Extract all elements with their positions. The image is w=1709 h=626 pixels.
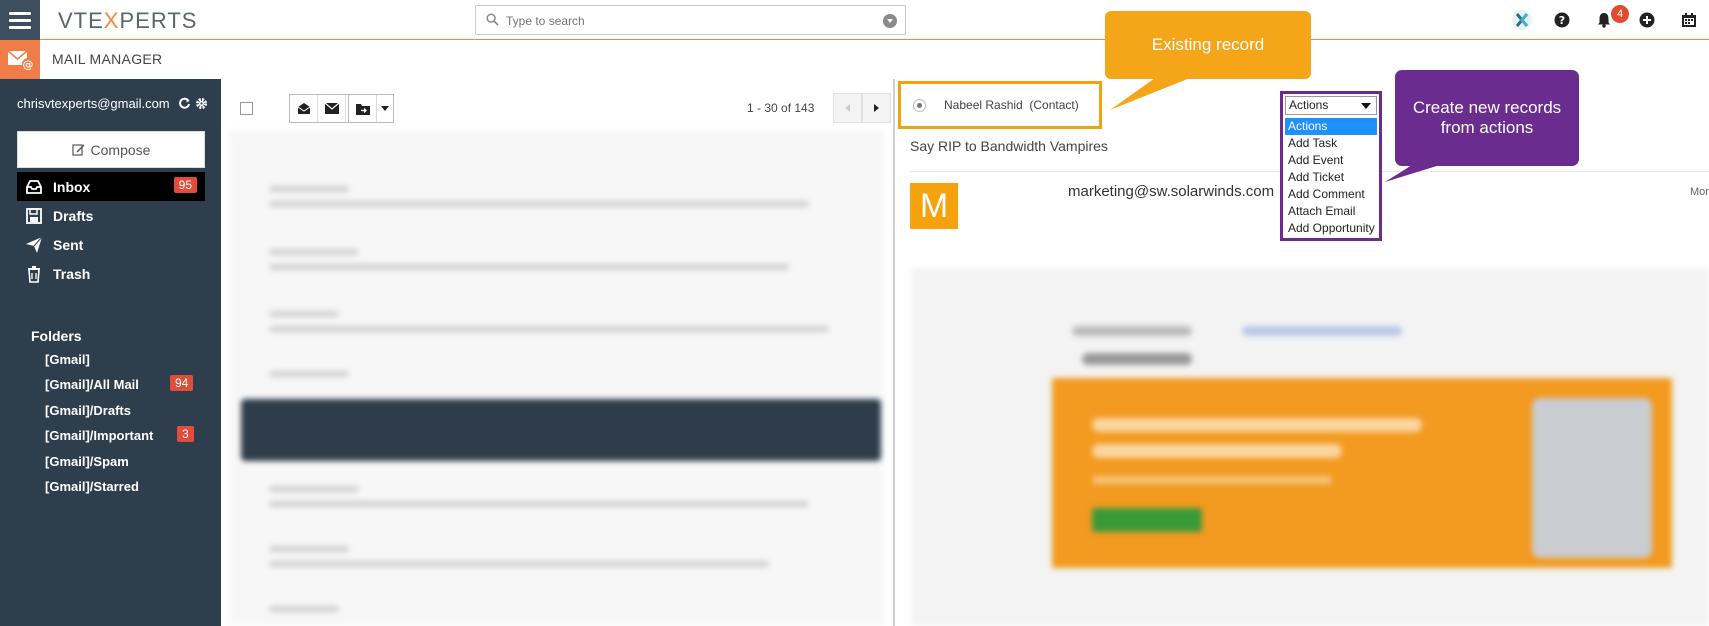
trash-icon — [28, 265, 40, 283]
save-icon — [26, 207, 42, 224]
folder-item[interactable]: [Gmail] — [45, 352, 90, 367]
caret-down-icon — [381, 106, 389, 111]
sidebar-item-inbox[interactable]: Inbox 95 — [17, 172, 205, 201]
unread-badge: 95 — [173, 177, 197, 193]
move-dropdown-button[interactable] — [377, 95, 393, 122]
existing-record-callout: Existing record — [1105, 11, 1311, 79]
search-icon — [486, 13, 499, 26]
blurred-mail-body — [912, 268, 1709, 626]
action-option-add-task[interactable]: Add Task — [1285, 135, 1377, 152]
callout-line: from actions — [1440, 118, 1534, 137]
mail-manager-module-icon[interactable]: @ — [0, 40, 40, 79]
pane-divider[interactable] — [893, 79, 895, 626]
action-option-add-ticket[interactable]: Add Ticket — [1285, 169, 1377, 186]
sidebar-item-sent[interactable]: Sent — [17, 230, 205, 259]
plus-circle-icon[interactable] — [1639, 12, 1655, 28]
folder-item[interactable]: [Gmail]/Drafts — [45, 403, 131, 418]
folder-item[interactable]: [Gmail]/Spam — [45, 454, 129, 469]
mark-read-button[interactable] — [290, 95, 318, 122]
envelope-at-icon: @ — [7, 50, 34, 71]
move-group — [348, 94, 394, 123]
page-title: MAIL MANAGER — [52, 51, 163, 67]
action-option-add-opportunity[interactable]: Add Opportunity — [1285, 220, 1377, 237]
sidebar-item-trash[interactable]: Trash — [17, 259, 205, 288]
callout-line: Create new records — [1412, 98, 1562, 117]
action-option-add-event[interactable]: Add Event — [1285, 152, 1377, 169]
mail-date: Mor — [1690, 186, 1709, 198]
mark-unread-button[interactable] — [318, 95, 346, 122]
account-email: chrisvtexperts@gmail.com — [17, 96, 170, 111]
sidebar-item-label: Drafts — [53, 207, 94, 224]
actions-select[interactable]: Actions — [1285, 96, 1377, 115]
top-bar: VTEXPERTS ? 4 — [0, 0, 1709, 40]
global-search[interactable] — [475, 5, 906, 35]
action-option-actions[interactable]: Actions — [1285, 118, 1377, 135]
pagination-info: 1 - 30 of 143 — [747, 101, 815, 115]
actions-highlight-box: Actions Actions Add Task Add Event Add T… — [1280, 91, 1382, 241]
existing-record-box: Nabeel Rashid (Contact) — [898, 81, 1102, 129]
move-to-folder-button[interactable] — [349, 95, 377, 122]
folder-item[interactable]: [Gmail]/Starred — [45, 479, 139, 494]
avatar: M — [910, 183, 958, 229]
blurred-message-list — [229, 131, 884, 626]
actions-select-value: Actions — [1289, 98, 1329, 112]
folder-badge: 94 — [170, 375, 194, 391]
sidebar-item-label: Trash — [53, 265, 91, 282]
sidebar: chrisvtexperts@gmail.com Compose Inbox 9… — [0, 79, 221, 626]
prev-page-button[interactable] — [833, 93, 862, 123]
search-options-icon[interactable] — [883, 14, 897, 28]
caret-down-icon — [1361, 103, 1371, 109]
chevron-left-icon — [845, 104, 850, 112]
sender-email: marketing@sw.solarwinds.com — [1068, 183, 1275, 200]
menu-icon[interactable] — [0, 0, 40, 40]
edit-icon — [71, 144, 85, 156]
mail-list: 1 - 30 of 143 — [221, 79, 891, 626]
select-all-checkbox[interactable] — [240, 102, 253, 115]
record-radio[interactable] — [913, 99, 926, 112]
calendar-icon[interactable] — [1681, 12, 1697, 28]
help-icon[interactable]: ? — [1554, 12, 1570, 28]
svg-text:?: ? — [1559, 14, 1565, 27]
search-input[interactable] — [506, 11, 866, 31]
brand-logo[interactable]: VTEXPERTS — [58, 8, 197, 34]
chevron-right-icon — [874, 104, 879, 112]
logo-x-icon[interactable] — [1511, 9, 1533, 31]
sidebar-item-label: Sent — [53, 236, 84, 253]
envelope-open-icon — [297, 103, 310, 114]
sidebar-item-drafts[interactable]: Drafts — [17, 201, 205, 230]
inbox-icon — [26, 179, 42, 194]
compose-label: Compose — [90, 141, 151, 158]
folder-item[interactable]: [Gmail]/Important — [45, 428, 153, 443]
notification-badge: 4 — [1611, 5, 1629, 23]
sidebar-item-label: Inbox — [53, 178, 91, 195]
mail-subject: Say RIP to Bandwidth Vampires — [910, 138, 1108, 154]
svg-text:@: @ — [23, 58, 34, 71]
action-option-add-comment[interactable]: Add Comment — [1285, 186, 1377, 203]
folders-heading: Folders — [31, 328, 82, 344]
refresh-icon[interactable] — [178, 97, 191, 110]
folder-badge: 3 — [177, 426, 194, 442]
action-option-attach-email[interactable]: Attach Email — [1285, 203, 1377, 220]
envelope-icon — [324, 103, 339, 114]
gear-icon[interactable] — [195, 97, 208, 110]
folder-move-icon — [355, 103, 370, 115]
folder-item[interactable]: [Gmail]/All Mail — [45, 377, 139, 392]
send-icon — [26, 236, 43, 253]
linked-record-name[interactable]: Nabeel Rashid (Contact) — [944, 98, 1079, 112]
compose-button[interactable]: Compose — [17, 131, 205, 168]
next-page-button[interactable] — [862, 93, 891, 123]
bell-icon[interactable] — [1596, 12, 1612, 28]
create-records-callout: Create new records from actions — [1395, 70, 1579, 166]
